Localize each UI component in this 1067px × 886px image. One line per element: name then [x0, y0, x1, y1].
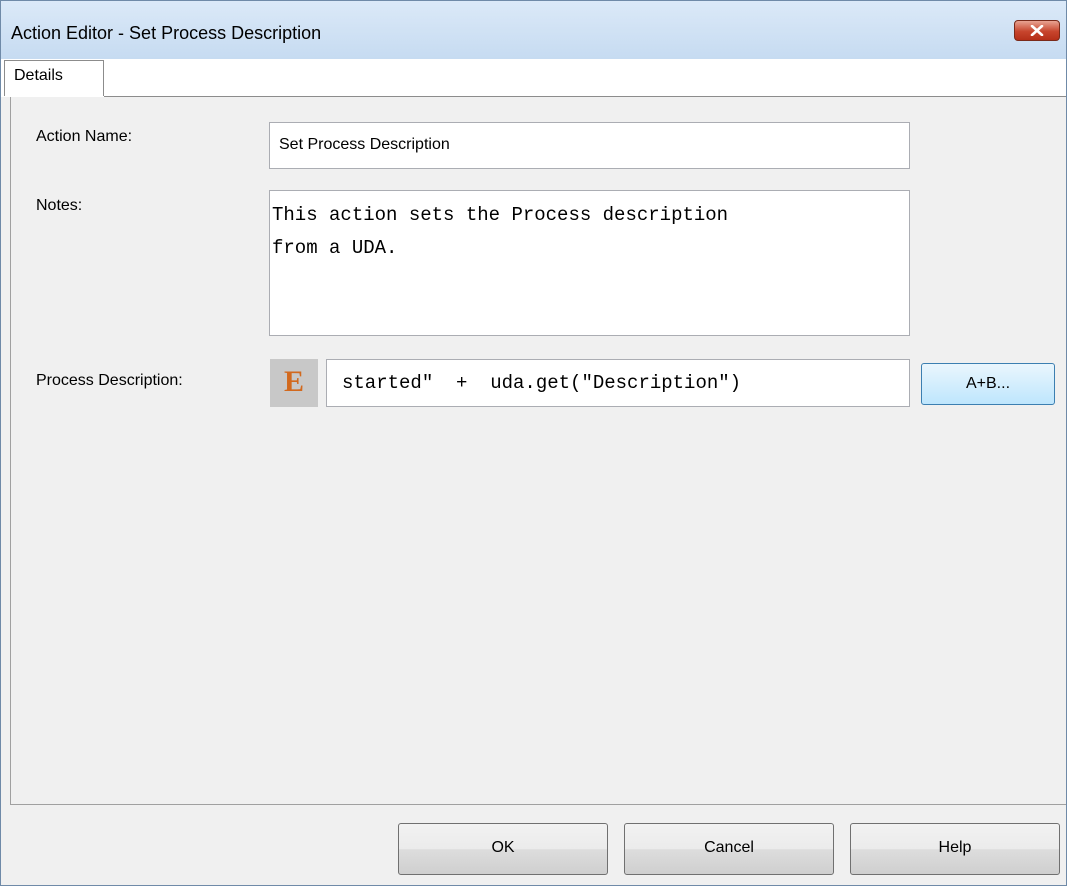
tab-details-label: Details — [14, 67, 63, 84]
close-button[interactable] — [1014, 20, 1060, 41]
help-button[interactable]: Help — [850, 823, 1060, 875]
action-name-field[interactable]: Set Process Description — [269, 122, 910, 169]
window-title: Action Editor - Set Process Description — [11, 23, 322, 43]
expression-builder-label: A+B... — [965, 375, 1011, 392]
help-label: Help — [938, 839, 972, 856]
cancel-label: Cancel — [704, 839, 754, 856]
action-editor-dialog: Action Editor - Set Process Description … — [0, 0, 1067, 886]
notes-label: Notes: — [36, 197, 83, 214]
cancel-button[interactable]: Cancel — [624, 823, 834, 875]
process-description-field[interactable]: started" + uda.get("Description") — [326, 359, 910, 407]
tab-details[interactable]: Details — [4, 60, 104, 96]
expression-builder-button[interactable]: A+B... — [921, 363, 1055, 405]
title-bar[interactable]: Action Editor - Set Process Description — [1, 1, 1066, 59]
ok-button[interactable]: OK — [398, 823, 608, 875]
action-name-label: Action Name: — [36, 128, 133, 145]
expression-icon[interactable]: E — [270, 359, 318, 407]
close-icon — [1015, 21, 1059, 40]
notes-value: This action sets the Process description… — [272, 204, 729, 259]
tab-strip: Details — [1, 59, 1066, 97]
action-name-value: Set Process Description — [279, 136, 450, 153]
process-description-value: started" + uda.get("Description") — [342, 372, 742, 394]
ok-label: OK — [491, 839, 515, 856]
notes-field[interactable]: This action sets the Process description… — [269, 190, 910, 336]
process-description-label: Process Description: — [36, 372, 183, 389]
